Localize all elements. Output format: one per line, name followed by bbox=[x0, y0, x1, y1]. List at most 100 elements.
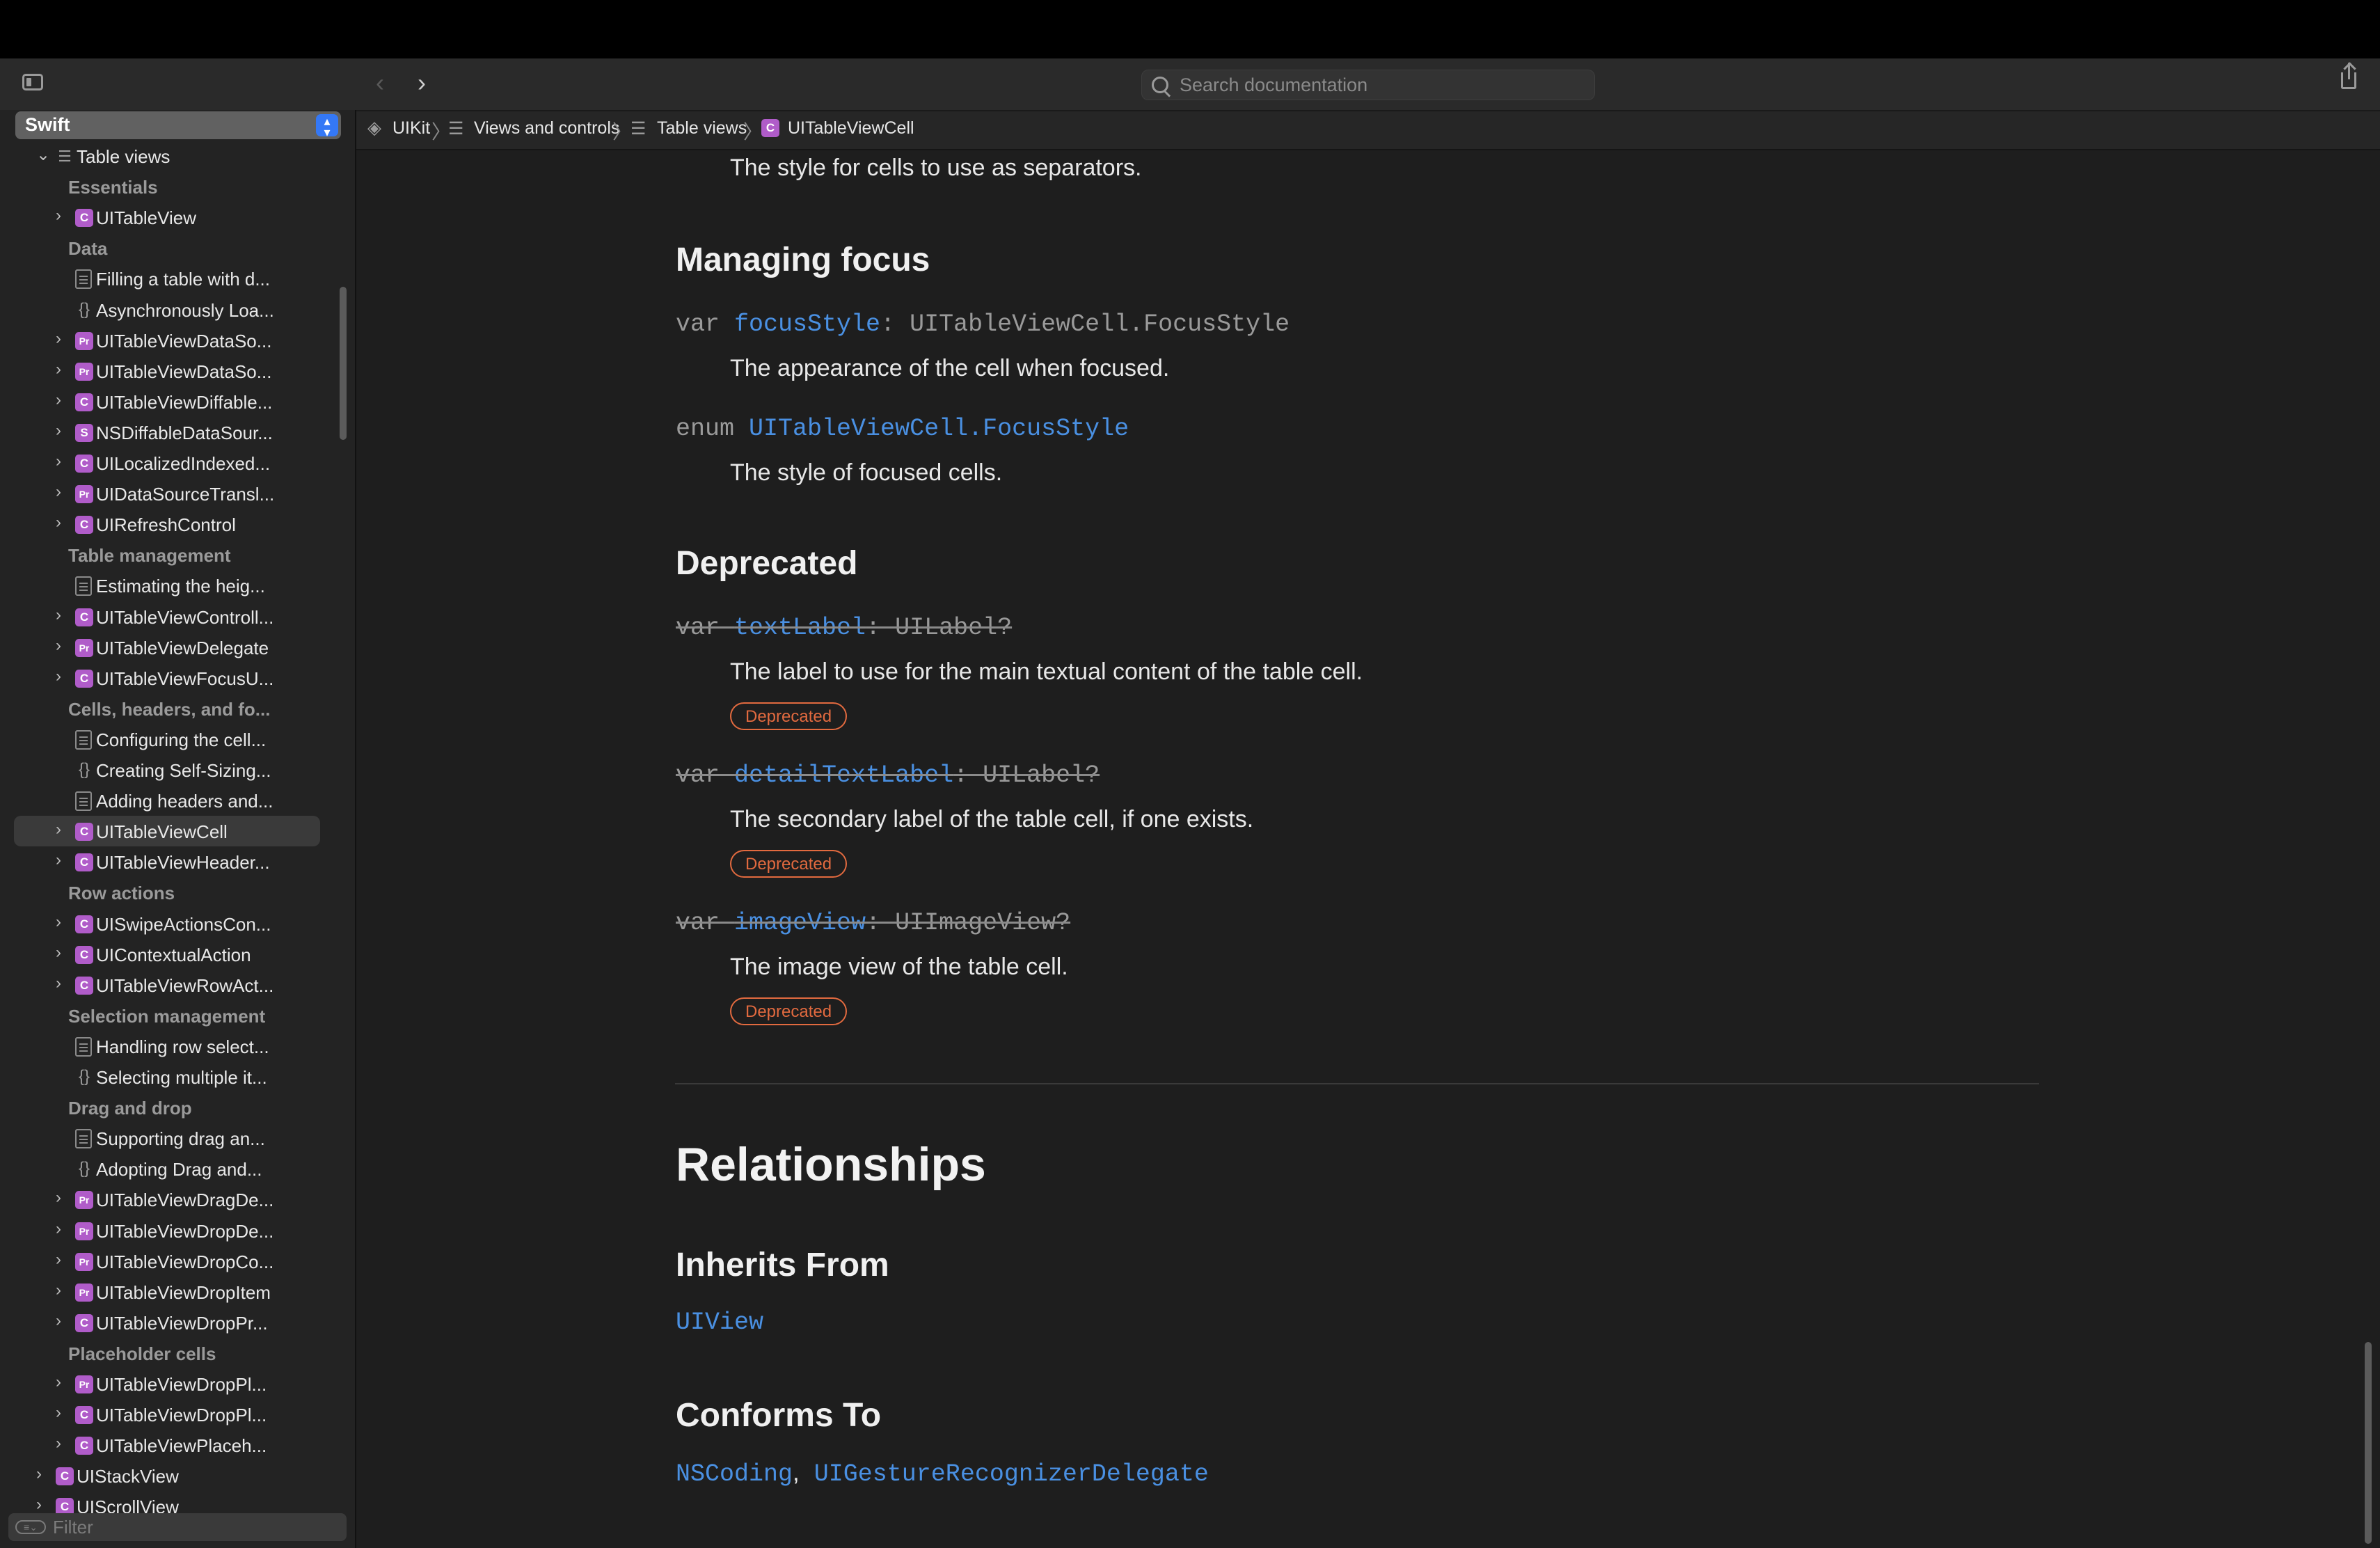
breadcrumb-views-and-controls[interactable]: Views and controls bbox=[474, 118, 619, 139]
sidebar-item-label: Creating Self-Sizing... bbox=[96, 760, 271, 781]
nscoding-link[interactable]: NSCoding bbox=[676, 1460, 793, 1488]
text-label-link[interactable]: textLabel bbox=[734, 614, 866, 642]
sidebar-item-adopting-drag-and[interactable]: {} Adopting Drag and... bbox=[14, 1153, 320, 1184]
sidebar-item-uitableviewdiffable[interactable]: › C UITableViewDiffable... bbox=[14, 386, 320, 417]
search-input[interactable] bbox=[1180, 70, 1583, 100]
sidebar-item-filling-a-table-with-d[interactable]: Filling a table with d... bbox=[14, 263, 320, 294]
chevron-right-icon[interactable]: › bbox=[56, 482, 61, 502]
forward-chevron-icon[interactable]: › bbox=[418, 68, 426, 97]
chevron-right-icon[interactable]: › bbox=[56, 390, 61, 410]
sidebar-item-uicontextualaction[interactable]: › C UIContextualAction bbox=[14, 939, 320, 970]
detail-text-label-declaration[interactable]: var detailTextLabel: UILabel? bbox=[676, 761, 1100, 789]
sidebar-item-uiswipeactionscon[interactable]: › C UISwipeActionsCon... bbox=[14, 908, 320, 939]
chevron-right-icon[interactable]: › bbox=[56, 851, 61, 870]
sidebar-item-uirefreshcontrol[interactable]: › C UIRefreshControl bbox=[14, 509, 320, 539]
sidebar-toggle-icon[interactable] bbox=[22, 74, 43, 90]
chevron-right-icon[interactable]: › bbox=[56, 1188, 61, 1208]
sidebar-item-estimating-the-heig[interactable]: Estimating the heig... bbox=[14, 570, 320, 601]
search-field[interactable] bbox=[1141, 70, 1595, 100]
sidebar-item-handling-row-select[interactable]: Handling row select... bbox=[14, 1031, 320, 1061]
sidebar-item-creating-self-sizing[interactable]: {} Creating Self-Sizing... bbox=[14, 755, 320, 785]
image-view-link[interactable]: imageView bbox=[734, 909, 866, 937]
chevron-right-icon[interactable]: › bbox=[56, 1403, 61, 1423]
sample-code-icon: {} bbox=[78, 1067, 90, 1086]
share-icon[interactable] bbox=[2341, 63, 2356, 89]
chevron-right-icon[interactable]: › bbox=[56, 606, 61, 625]
sidebar-item-uitableviewdroppr[interactable]: › C UITableViewDropPr... bbox=[14, 1307, 320, 1338]
chevron-right-icon[interactable]: › bbox=[56, 1434, 61, 1453]
sidebar-item-uitableviewdataso[interactable]: › Pr UITableViewDataSo... bbox=[14, 325, 320, 356]
sidebar-item-uitableview[interactable]: › C UITableView bbox=[14, 202, 320, 232]
sidebar-scrollbar[interactable] bbox=[340, 287, 347, 440]
breadcrumb-uikit[interactable]: UIKit bbox=[392, 118, 430, 139]
chevron-right-icon[interactable]: › bbox=[56, 421, 61, 441]
back-chevron-icon[interactable]: ‹ bbox=[376, 68, 384, 97]
chevron-right-icon[interactable]: › bbox=[56, 636, 61, 656]
chevron-right-icon[interactable]: › bbox=[56, 206, 61, 226]
chevron-right-icon[interactable]: › bbox=[56, 667, 61, 686]
sidebar-item-uitableviewcontroll[interactable]: › C UITableViewControll... bbox=[14, 601, 320, 632]
sidebar-item-supporting-drag-an[interactable]: Supporting drag an... bbox=[14, 1123, 320, 1153]
chevron-right-icon[interactable]: › bbox=[56, 360, 61, 379]
chevron-right-icon[interactable]: › bbox=[56, 452, 61, 471]
class-icon: C bbox=[761, 119, 779, 137]
chevron-right-icon[interactable]: › bbox=[56, 974, 61, 993]
chevron-right-icon[interactable]: › bbox=[56, 329, 61, 349]
uigesturerecognizerdelegate-link[interactable]: UIGestureRecognizerDelegate bbox=[814, 1460, 1209, 1488]
sidebar-item-uitableviewcell[interactable]: › C UITableViewCell bbox=[14, 816, 320, 847]
sidebar-item-uitableviewdropco[interactable]: › Pr UITableViewDropCo... bbox=[14, 1246, 320, 1277]
chevron-right-icon[interactable]: › bbox=[36, 1464, 42, 1484]
filter-input[interactable] bbox=[53, 1513, 331, 1541]
chevron-right-icon[interactable]: › bbox=[56, 1219, 61, 1239]
sidebar-item-uilocalizedindexed[interactable]: › C UILocalizedIndexed... bbox=[14, 448, 320, 478]
sidebar-item-uitableviewdropde[interactable]: › Pr UITableViewDropDe... bbox=[14, 1215, 320, 1246]
text-label-declaration[interactable]: var textLabel: UILabel? bbox=[676, 614, 1012, 642]
language-select[interactable]: Swift ▴ ▾ bbox=[15, 111, 341, 139]
sidebar-item-configuring-the-cell[interactable]: Configuring the cell... bbox=[14, 724, 320, 755]
chevron-right-icon[interactable]: › bbox=[56, 513, 61, 532]
chevron-right-icon[interactable]: › bbox=[56, 1281, 61, 1300]
uiview-link[interactable]: UIView bbox=[676, 1309, 763, 1336]
sidebar-item-table-views[interactable]: ⌄ ☰ Table views bbox=[14, 141, 320, 171]
sidebar-item-uitableviewdropitem[interactable]: › Pr UITableViewDropItem bbox=[14, 1277, 320, 1307]
sidebar-item-uitableviewplaceh[interactable]: › C UITableViewPlaceh... bbox=[14, 1430, 320, 1460]
filter-field[interactable]: ≡⌄ bbox=[8, 1513, 347, 1541]
focus-style-enum-declaration[interactable]: enum UITableViewCell.FocusStyle bbox=[676, 415, 1129, 443]
sidebar-item-uitableviewdragde[interactable]: › Pr UITableViewDragDe... bbox=[14, 1184, 320, 1215]
sidebar-item-uitableviewrowact[interactable]: › C UITableViewRowAct... bbox=[14, 970, 320, 1000]
sidebar-item-uistackview[interactable]: › C UIStackView bbox=[14, 1460, 320, 1491]
sidebar-item-uitableviewdroppl[interactable]: › Pr UITableViewDropPl... bbox=[14, 1368, 320, 1399]
sidebar-item-selecting-multiple-it[interactable]: {} Selecting multiple it... bbox=[14, 1061, 320, 1092]
focus-style-declaration[interactable]: var focusStyle: UITableViewCell.FocusSty… bbox=[676, 310, 1290, 338]
class-icon: C bbox=[75, 455, 93, 473]
sidebar-item-uitableviewdelegate[interactable]: › Pr UITableViewDelegate bbox=[14, 632, 320, 663]
content-scrollbar[interactable] bbox=[2365, 1342, 2372, 1544]
sidebar-item-asynchronously-loa[interactable]: {} Asynchronously Loa... bbox=[14, 294, 320, 325]
chevron-right-icon[interactable]: › bbox=[56, 943, 61, 963]
sidebar-item-uitableviewdataso[interactable]: › Pr UITableViewDataSo... bbox=[14, 356, 320, 386]
sidebar-item-uitableviewheader[interactable]: › C UITableViewHeader... bbox=[14, 846, 320, 877]
sidebar-group-row-actions: Row actions bbox=[14, 877, 320, 908]
breadcrumb-table-views[interactable]: Table views bbox=[657, 118, 747, 139]
sidebar-item-label: UITableViewDropDe... bbox=[96, 1220, 274, 1242]
deprecated-badge: Deprecated bbox=[730, 997, 848, 1025]
chevron-right-icon[interactable]: › bbox=[36, 1495, 42, 1515]
sidebar-item-uitableviewfocusu[interactable]: › C UITableViewFocusU... bbox=[14, 663, 320, 693]
focus-style-link[interactable]: focusStyle bbox=[734, 310, 880, 338]
chevron-right-icon[interactable]: › bbox=[56, 1311, 61, 1331]
image-view-declaration[interactable]: var imageView: UIImageView? bbox=[676, 909, 1070, 937]
sidebar-item-nsdiffabledatasour[interactable]: › S NSDiffableDataSour... bbox=[14, 417, 320, 448]
chevron-right-icon[interactable]: › bbox=[56, 1373, 61, 1392]
chevron-down-icon[interactable]: ⌄ bbox=[36, 145, 50, 165]
sidebar-item-uitableviewdroppl[interactable]: › C UITableViewDropPl... bbox=[14, 1399, 320, 1430]
chevron-right-icon[interactable]: › bbox=[56, 1250, 61, 1270]
sidebar-item-uidatasourcetransl[interactable]: › Pr UIDataSourceTransl... bbox=[14, 478, 320, 509]
class-icon: C bbox=[75, 976, 93, 995]
focus-style-enum-link[interactable]: UITableViewCell.FocusStyle bbox=[749, 415, 1129, 443]
detail-text-label-link[interactable]: detailTextLabel bbox=[734, 761, 953, 789]
chevron-right-icon[interactable]: › bbox=[56, 913, 61, 932]
sidebar-item-label: Supporting drag an... bbox=[96, 1128, 265, 1150]
chevron-right-icon[interactable]: › bbox=[56, 820, 61, 839]
sidebar-item-adding-headers-and[interactable]: Adding headers and... bbox=[14, 785, 320, 816]
breadcrumb-uitableviewcell[interactable]: UITableViewCell bbox=[788, 118, 914, 139]
